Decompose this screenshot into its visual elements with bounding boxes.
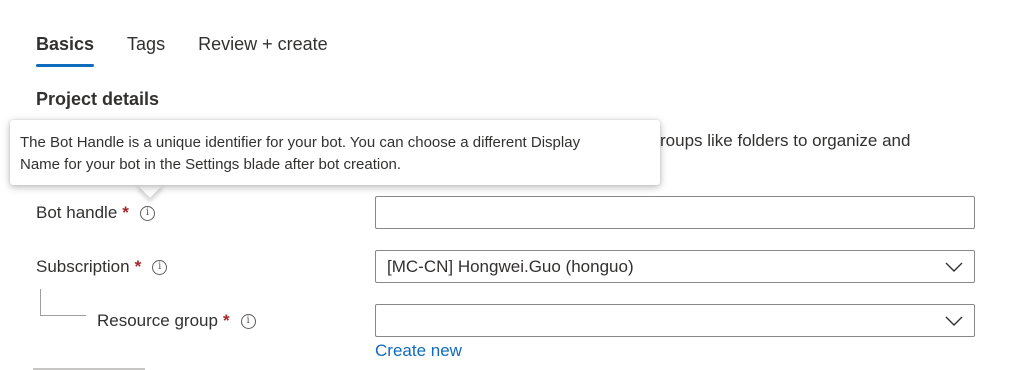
subscription-label: Subscription * i (36, 257, 168, 277)
section-title: Project details (36, 89, 160, 109)
info-icon[interactable]: i (139, 205, 155, 221)
bot-handle-label-text: Bot handle (36, 203, 118, 222)
tab-tags[interactable]: Tags (127, 34, 165, 65)
chevron-down-icon (945, 258, 963, 276)
tab-basics[interactable]: Basics (36, 34, 95, 67)
bot-handle-input[interactable] (375, 196, 975, 229)
bot-handle-label: Bot handle * i (36, 203, 155, 223)
create-new-link[interactable]: Create new (375, 341, 462, 361)
tree-connector (40, 289, 86, 316)
required-asterisk: * (222, 311, 230, 330)
required-asterisk: * (122, 203, 129, 222)
tooltip-line-2: Name for your bot in the Settings blade … (20, 156, 402, 173)
tab-review-create[interactable]: Review + create (198, 34, 328, 65)
tab-bar: Basics Tags Review + create (36, 34, 361, 67)
bot-handle-tooltip: The Bot Handle is a unique identifier fo… (10, 120, 660, 185)
section-description: roups like folders to organize and (660, 131, 911, 150)
required-asterisk: * (134, 257, 142, 276)
resource-group-label: Resource group * i (97, 311, 256, 331)
subscription-selected-value: [MC-CN] Hongwei.Guo (honguo) (387, 256, 634, 276)
resource-group-dropdown[interactable] (375, 304, 975, 337)
info-icon[interactable]: i (152, 259, 168, 275)
subscription-dropdown[interactable]: [MC-CN] Hongwei.Guo (honguo) (375, 250, 975, 283)
resource-group-label-text: Resource group (97, 311, 218, 330)
create-bot-form: Basics Tags Review + create Project deta… (0, 0, 1026, 370)
info-icon[interactable]: i (240, 313, 256, 329)
subscription-label-text: Subscription (36, 257, 130, 276)
chevron-down-icon (945, 312, 963, 330)
tooltip-line-1: The Bot Handle is a unique identifier fo… (20, 134, 581, 151)
tooltip-beak-cover (130, 170, 170, 184)
